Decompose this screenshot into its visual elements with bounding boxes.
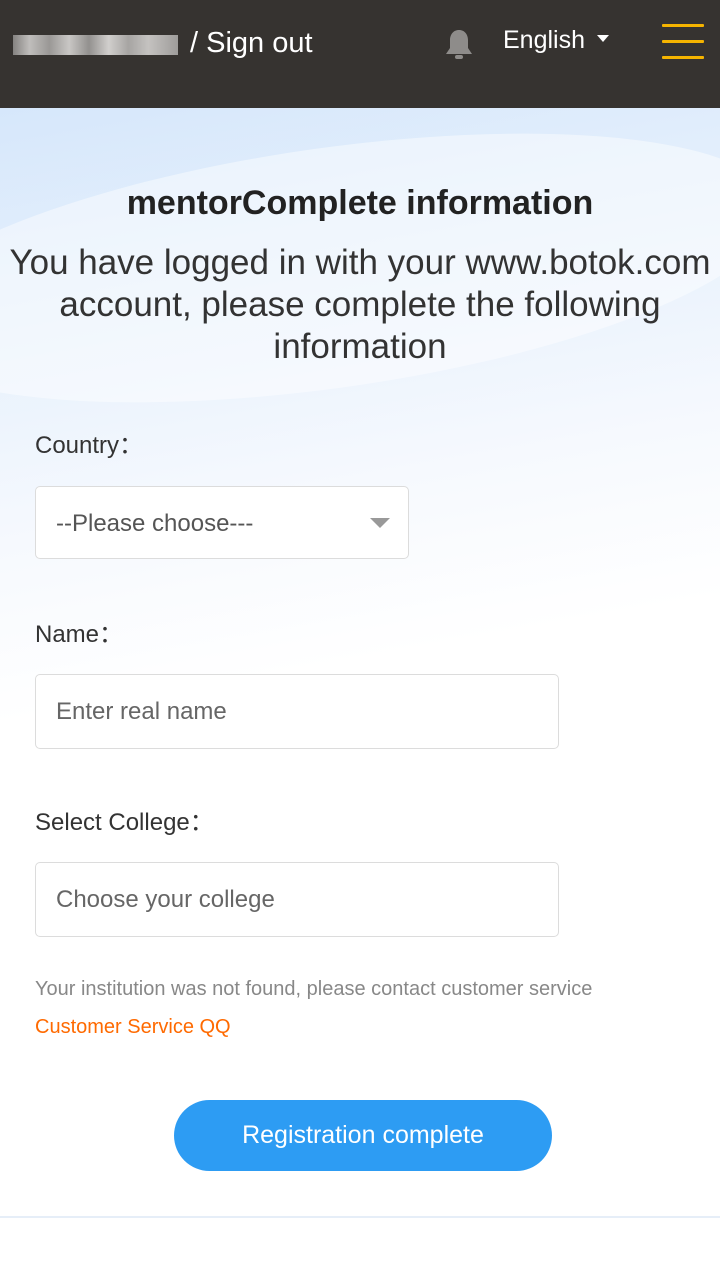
- page-subtitle: You have logged in with your www.botok.c…: [9, 243, 711, 366]
- country-label: Country：: [35, 432, 144, 459]
- language-label: English: [503, 26, 585, 54]
- sign-out-link[interactable]: / Sign out: [190, 27, 313, 60]
- country-select[interactable]: --Please choose---: [35, 486, 409, 559]
- name-input[interactable]: [35, 674, 559, 749]
- name-label: Name：: [35, 621, 124, 648]
- college-input[interactable]: [35, 862, 559, 937]
- top-header: / Sign out English: [0, 0, 720, 108]
- help-note-text: Your institution was not found, please c…: [35, 978, 593, 1000]
- username-redacted: [13, 35, 178, 55]
- bottom-divider: [0, 1216, 720, 1218]
- language-dropdown[interactable]: English: [503, 26, 609, 55]
- bell-icon[interactable]: [444, 28, 474, 62]
- chevron-down-icon: [370, 518, 390, 528]
- institution-help-note: Your institution was not found, please c…: [35, 970, 655, 1046]
- page-title: mentorComplete information: [126, 184, 594, 222]
- customer-service-link[interactable]: Customer Service QQ: [35, 1016, 231, 1038]
- college-label: Select College：: [35, 809, 214, 836]
- hamburger-menu-icon[interactable]: [662, 24, 704, 60]
- registration-complete-button[interactable]: Registration complete: [174, 1100, 552, 1171]
- caret-down-icon: [597, 34, 609, 42]
- country-select-value: --Please choose---: [56, 510, 254, 537]
- main-content: mentorComplete information You have logg…: [0, 108, 720, 1267]
